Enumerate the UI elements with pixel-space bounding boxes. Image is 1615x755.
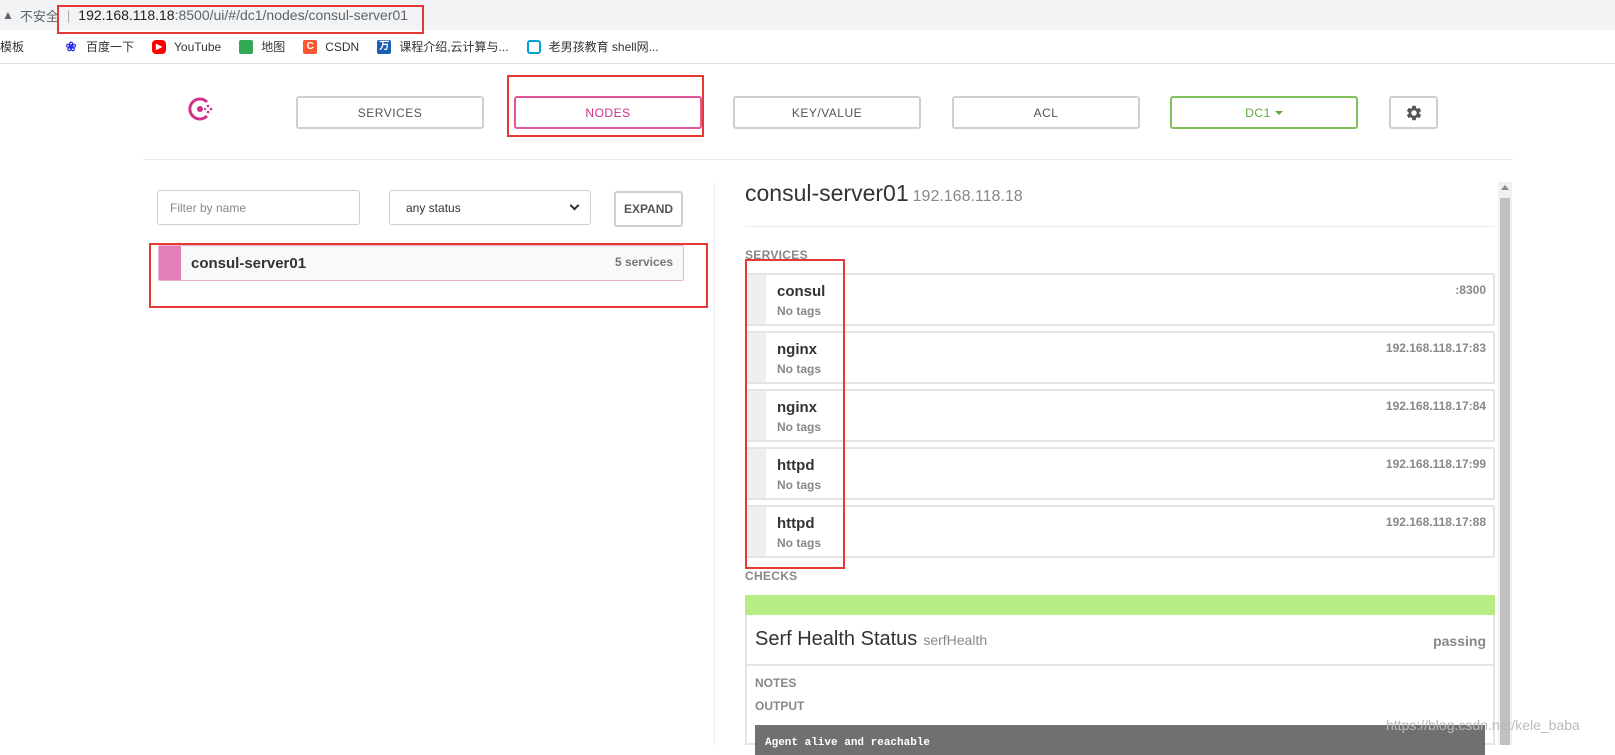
detail-scrollbar[interactable] — [1498, 182, 1512, 745]
check-header[interactable]: Serf Health Status serfHealth passing — [747, 615, 1493, 666]
service-status-bar — [747, 275, 766, 324]
service-name: consul — [777, 283, 826, 300]
url-path[interactable]: :8500/ui/#/dc1/nodes/consul-server01 — [175, 7, 408, 23]
service-item[interactable]: httpd No tags 192.168.118.17:99 — [745, 447, 1495, 500]
service-item[interactable]: httpd No tags 192.168.118.17:88 — [745, 505, 1495, 558]
column-divider — [714, 182, 715, 745]
datacenter-label: DC1 — [1245, 105, 1271, 120]
status-select-value: any status — [406, 200, 461, 215]
service-status-bar — [747, 333, 766, 382]
csdn-icon: C — [303, 39, 318, 54]
service-address: 192.168.118.17:88 — [1385, 515, 1486, 529]
scrollbar-thumb[interactable] — [1500, 198, 1510, 745]
service-name: nginx — [777, 399, 817, 416]
service-address: 192.168.118.17:99 — [1385, 457, 1486, 471]
gear-icon — [1406, 105, 1421, 120]
maps-icon — [239, 39, 254, 54]
bookmark-label: 百度一下 — [86, 40, 135, 54]
check-name-text: Serf Health Status — [755, 628, 918, 650]
bookmark-item[interactable]: 模板 — [0, 38, 24, 55]
service-name: httpd — [777, 515, 815, 532]
insecure-label: 不安全 — [19, 8, 59, 24]
service-address: 192.168.118.17:84 — [1385, 399, 1486, 413]
service-item[interactable]: nginx No tags 192.168.118.17:83 — [745, 331, 1495, 384]
nav-acl-button[interactable]: ACL — [952, 96, 1140, 129]
service-tags: No tags — [777, 536, 822, 550]
node-detail-ip: 192.168.118.18 — [912, 188, 1023, 205]
bookmark-item[interactable]: C CSDN — [303, 39, 360, 54]
node-status-bar — [159, 246, 181, 280]
service-tags: No tags — [777, 362, 822, 376]
warning-triangle-icon: ▲ — [2, 8, 14, 22]
address-separator: | — [66, 7, 71, 23]
service-item[interactable]: nginx No tags 192.168.118.17:84 — [745, 389, 1495, 442]
bookmark-label: 老男孩教育 shell网... — [548, 40, 659, 54]
service-status-bar — [747, 391, 766, 440]
settings-button[interactable] — [1389, 96, 1438, 129]
nav-nodes-button[interactable]: NODES — [514, 96, 702, 129]
check-name: Serf Health Status serfHealth — [755, 628, 987, 651]
detail-divider — [745, 226, 1495, 227]
check-panel: Serf Health Status serfHealth passing NOT… — [745, 615, 1495, 755]
scroll-up-arrow-icon[interactable] — [1501, 185, 1509, 190]
service-address: :8300 — [1455, 283, 1486, 297]
nav-services-button[interactable]: SERVICES — [296, 96, 484, 129]
url-host[interactable]: 192.168.118.18 — [78, 7, 174, 23]
node-service-count: 5 services — [614, 255, 673, 269]
bookmark-item[interactable]: 地图 — [239, 38, 285, 55]
youtube-icon: ▶ — [152, 39, 167, 54]
bookmark-label: 模板 — [0, 40, 25, 54]
checks-heading: CHECKS — [745, 569, 798, 583]
bookmark-label: CSDN — [325, 39, 360, 54]
filter-by-name-input[interactable]: Filter by name — [157, 190, 360, 225]
node-detail-name: consul-server01 — [745, 180, 909, 206]
service-name: nginx — [777, 341, 817, 358]
service-tags: No tags — [777, 478, 822, 492]
service-item[interactable]: consul No tags :8300 — [745, 273, 1495, 326]
bilibili-tv-icon — [526, 39, 541, 54]
bookmark-item[interactable]: ▶ YouTube — [152, 39, 222, 54]
node-name: consul-server01 — [191, 254, 307, 272]
bookmark-item[interactable]: 万 课程介绍,云计算与... — [377, 38, 509, 55]
service-status-bar — [747, 449, 766, 498]
bookmark-item[interactable]: 老男孩教育 shell网... — [526, 38, 659, 55]
status-select[interactable]: any status — [389, 190, 591, 225]
nav-keyvalue-button[interactable]: KEY/VALUE — [733, 96, 921, 129]
watermark: https://blog.csdn.net/kele_baba — [1386, 717, 1580, 733]
check-status-bar — [745, 595, 1495, 615]
caret-down-icon — [1274, 110, 1283, 115]
service-address: 192.168.118.17:83 — [1385, 341, 1486, 355]
datacenter-dropdown[interactable]: DC1 — [1170, 96, 1358, 129]
browser-address-bar[interactable]: ▲ 不安全 | 192.168.118.18:8500/ui/#/dc1/nod… — [0, 0, 1615, 30]
expand-button[interactable]: EXPAND — [614, 191, 683, 227]
bookmark-label: 地图 — [261, 40, 286, 54]
chevron-down-icon — [569, 200, 580, 211]
service-status-bar — [747, 507, 766, 556]
wanfang-icon: 万 — [377, 39, 392, 54]
bookmarks-bar: 模板 ❀ 百度一下 ▶ YouTube 地图 C CSDN 万 课程介绍,云计算… — [0, 30, 1615, 64]
check-notes-label: NOTES — [755, 676, 797, 690]
check-output-text: Agent alive and reachable — [755, 725, 1485, 755]
service-tags: No tags — [777, 304, 822, 318]
bookmark-item[interactable]: ❀ 百度一下 — [64, 38, 134, 55]
baidu-paw-icon: ❀ — [65, 38, 77, 54]
bookmark-label: YouTube — [174, 39, 222, 54]
check-id: serfHealth — [923, 632, 988, 648]
services-heading: SERVICES — [745, 248, 808, 262]
check-output-label: OUTPUT — [755, 699, 805, 713]
bookmark-label: 课程介绍,云计算与... — [399, 40, 509, 54]
service-tags: No tags — [777, 420, 822, 434]
check-status: passing — [1433, 633, 1486, 649]
node-detail-title: consul-server01 192.168.118.18 — [745, 180, 1023, 207]
node-list-item[interactable]: consul-server01 5 services — [158, 245, 684, 281]
consul-logo-icon[interactable] — [186, 94, 216, 124]
service-name: httpd — [777, 457, 815, 474]
header-divider — [143, 159, 1513, 160]
